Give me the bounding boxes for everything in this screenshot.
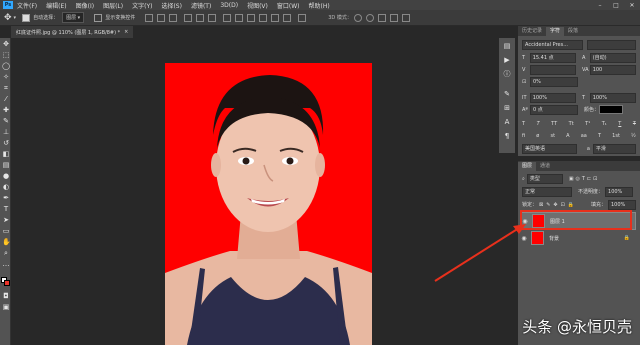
watermark: 头条 @永恒贝壳: [522, 318, 632, 336]
annotation-highlight-box: [520, 210, 632, 230]
annotation-overlay: [434, 210, 632, 282]
annotation-arrow-line: [434, 227, 520, 282]
